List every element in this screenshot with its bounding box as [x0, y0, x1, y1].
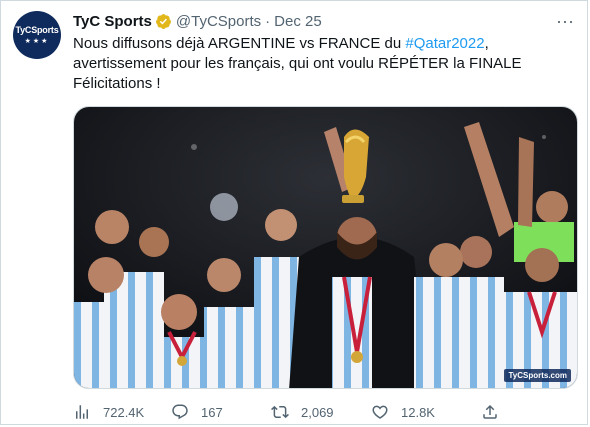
- like-button[interactable]: 12.8K: [371, 403, 481, 421]
- tweet-header: TyC Sports @TyCSports · Dec 25: [73, 11, 547, 31]
- tweet-actions: 722.4K 167 2,069 12.8K: [73, 402, 573, 422]
- tweet-text: Nous diffusons déjà ARGENTINE vs FRANCE …: [73, 34, 573, 94]
- like-count: 12.8K: [401, 404, 435, 420]
- tweet-text-line-1: Nous diffusons déjà ARGENTINE vs FRANCE …: [73, 34, 573, 54]
- more-options-icon[interactable]: ···: [555, 11, 575, 31]
- tweet-photo[interactable]: TyCSports.com: [73, 106, 578, 389]
- views-button[interactable]: 722.4K: [73, 403, 171, 421]
- tweet-date[interactable]: Dec 25: [274, 13, 322, 30]
- views-count: 722.4K: [103, 404, 145, 420]
- bar-chart-icon: [76, 405, 88, 419]
- celebration-photo-illustration: [74, 107, 577, 388]
- author-name[interactable]: TyC Sports: [73, 13, 152, 30]
- hashtag-link[interactable]: #Qatar2022: [405, 35, 484, 52]
- media-watermark: TyCSports.com: [504, 369, 571, 382]
- verified-badge-icon: [155, 13, 172, 30]
- avatar-logo-text: TyCSports: [15, 25, 59, 35]
- share-icon: [483, 404, 497, 419]
- reply-icon: [172, 404, 188, 420]
- heart-icon: [372, 405, 388, 419]
- reply-button[interactable]: 167: [171, 403, 271, 421]
- avatar-stars: ★★★: [24, 38, 50, 45]
- tweet-text-prefix: Nous diffusons déjà ARGENTINE vs FRANCE …: [73, 35, 406, 52]
- tweet-text-suffix: ,: [484, 35, 489, 52]
- tweet-card[interactable]: TyCSports ★★★ TyC Sports @TyCSports · De…: [0, 0, 588, 425]
- tweet-text-line-2: avertissement pour les français, qui ont…: [73, 55, 522, 72]
- separator-dot: ·: [265, 12, 271, 30]
- share-button[interactable]: [481, 403, 499, 421]
- retweet-count: 2,069: [301, 404, 334, 420]
- author-handle[interactable]: @TyCSports: [176, 13, 261, 30]
- reply-count: 167: [201, 404, 223, 420]
- retweet-icon: [271, 405, 289, 419]
- tweet-text-line-3: Félicitations !: [73, 75, 161, 92]
- avatar[interactable]: TyCSports ★★★: [13, 11, 61, 59]
- retweet-button[interactable]: 2,069: [271, 403, 371, 421]
